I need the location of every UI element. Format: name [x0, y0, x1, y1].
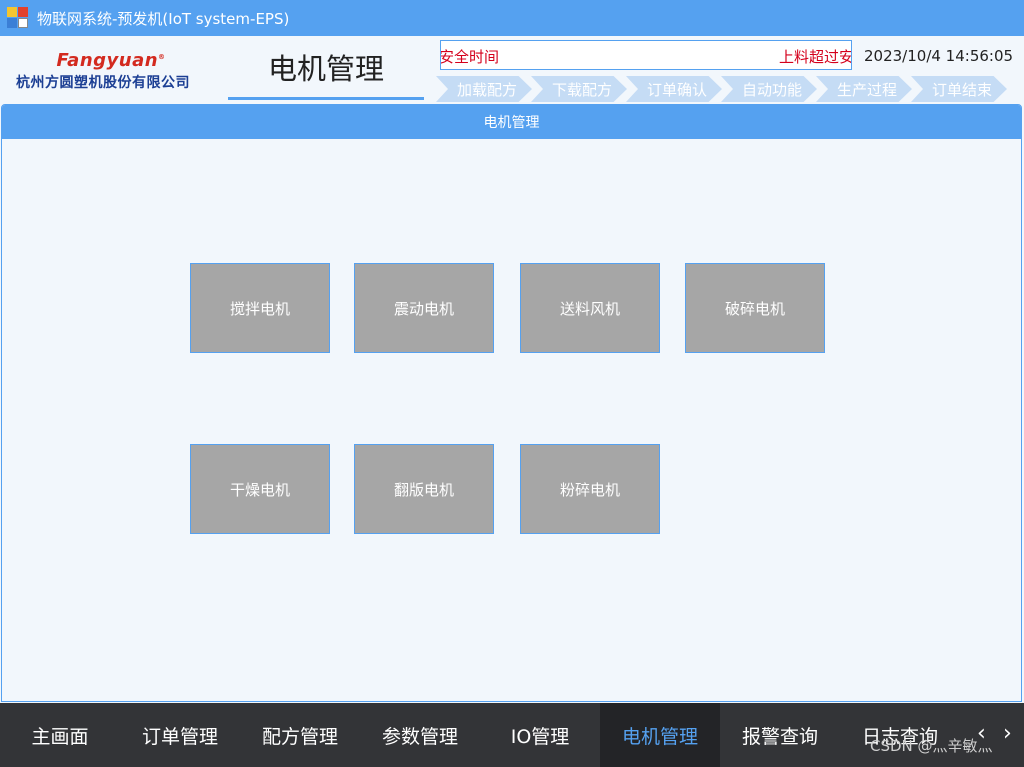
- step-production-process[interactable]: 生产过程: [816, 76, 912, 102]
- window-titlebar: 物联网系统-预发机(IoT system-EPS): [0, 0, 1024, 36]
- nav-recipe-management[interactable]: 配方管理: [240, 703, 360, 767]
- step-load-recipe[interactable]: 加载配方: [436, 76, 532, 102]
- alarm-marquee: 安全时间 上料超过安: [440, 40, 852, 70]
- nav-alarm-query[interactable]: 报警查询: [720, 703, 840, 767]
- pulverizer-motor-button[interactable]: 粉碎电机: [520, 444, 660, 534]
- step-download-recipe[interactable]: 下载配方: [531, 76, 627, 102]
- step-order-confirm[interactable]: 订单确认: [626, 76, 722, 102]
- nav-io-management[interactable]: IO管理: [480, 703, 600, 767]
- nav-order-management[interactable]: 订单管理: [120, 703, 240, 767]
- dryer-motor-button[interactable]: 干燥电机: [190, 444, 330, 534]
- chevron-right-icon[interactable]: ›: [1003, 721, 1012, 746]
- panel-title: 电机管理: [2, 105, 1021, 139]
- marquee-text-right: 上料超过安: [779, 48, 852, 66]
- window-title: 物联网系统-预发机(IoT system-EPS): [37, 9, 290, 28]
- datetime-display: 2023/10/4 14:56:05: [864, 47, 1014, 65]
- watermark: CSDN @灬辛敏灬: [870, 737, 993, 755]
- page-title-underline: [228, 97, 424, 100]
- company-logo: Fangyuan® 杭州方圆塑机股份有限公司: [16, 50, 216, 92]
- header: Fangyuan® 杭州方圆塑机股份有限公司 电机管理 安全时间 上料超过安 2…: [0, 36, 1024, 104]
- page-title: 电机管理: [267, 52, 384, 86]
- logo-company-name: 杭州方圆塑机股份有限公司: [16, 75, 190, 91]
- step-auto-function[interactable]: 自动功能: [721, 76, 817, 102]
- vibration-motor-button[interactable]: 震动电机: [354, 263, 494, 353]
- nav-main-screen[interactable]: 主画面: [0, 703, 120, 767]
- nav-parameter-management[interactable]: 参数管理: [360, 703, 480, 767]
- logo-brand: Fangyuan®: [56, 50, 166, 71]
- marquee-text-left: 安全时间: [440, 48, 500, 66]
- flip-plate-motor-button[interactable]: 翻版电机: [354, 444, 494, 534]
- nav-motor-management[interactable]: 电机管理: [600, 703, 720, 767]
- app-icon: [7, 7, 29, 29]
- feed-fan-button[interactable]: 送料风机: [520, 263, 660, 353]
- mixing-motor-button[interactable]: 搅拌电机: [190, 263, 330, 353]
- crusher-motor-button[interactable]: 破碎电机: [685, 263, 825, 353]
- process-steps: 加载配方 下载配方 订单确认 自动功能 生产过程 订单结束: [436, 76, 1024, 102]
- step-order-end[interactable]: 订单结束: [911, 76, 1007, 102]
- motor-management-panel: 电机管理: [1, 104, 1022, 702]
